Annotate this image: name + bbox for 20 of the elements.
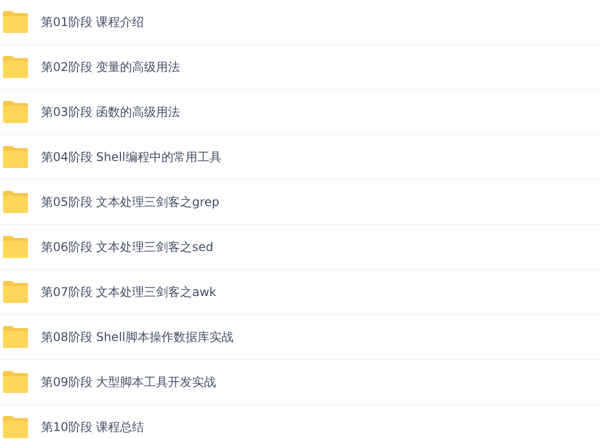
folder-icon [2,191,29,213]
folder-icon [2,101,29,123]
folder-name[interactable]: 第03阶段 函数的高级用法 [41,104,180,120]
folder-icon [2,371,29,393]
folder-icon [2,416,29,438]
folder-icon [2,146,29,168]
folder-name[interactable]: 第10阶段 课程总结 [41,418,144,436]
folder-name[interactable]: 第06阶段 文本处理三剑客之sed [41,238,214,256]
folder-name[interactable]: 第07阶段 文本处理三剑客之awk [41,284,216,300]
folder-icon [2,281,29,303]
folder-icon [2,236,29,258]
folder-name[interactable]: 第08阶段 Shell脚本操作数据库实战 [41,328,234,346]
folder-icon [2,11,29,33]
folder-name[interactable]: 第02阶段 变量的高级用法 [41,58,180,76]
folder-name[interactable]: 第05阶段 文本处理三剑客之grep [41,194,220,210]
folder-name[interactable]: 第04阶段 Shell编程中的常用工具 [41,148,222,166]
folder-icon [2,326,29,348]
folder-name[interactable]: 第09阶段 大型脚本工具开发实战 [41,374,216,390]
folder-name[interactable]: 第01阶段 课程介绍 [41,14,144,30]
folder-icon [2,56,29,78]
